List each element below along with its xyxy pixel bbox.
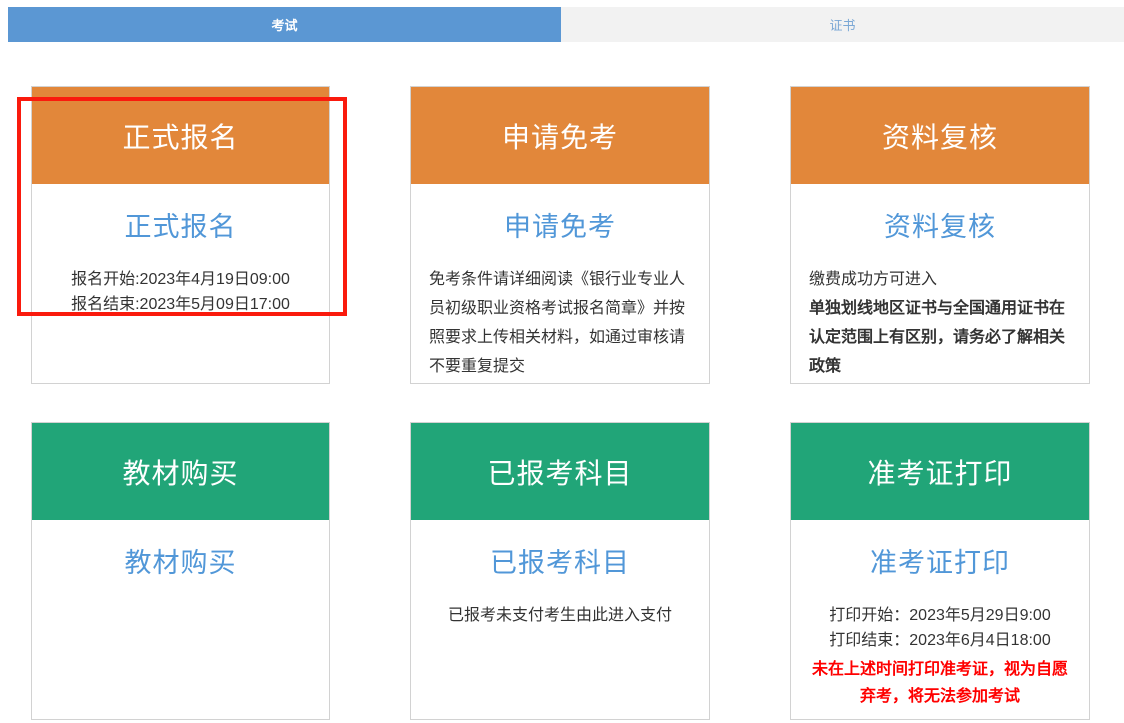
card-textbook-purchase-body: 教材购买 (32, 520, 329, 580)
card-document-review: 资料复核 资料复核 缴费成功方可进入 单独划线地区证书与全国通用证书在认定范围上… (790, 86, 1090, 384)
registration-dates: 报名开始:2023年4月19日09:00 报名结束:2023年5月09日17:0… (50, 267, 311, 317)
tab-exam[interactable]: 考试 (8, 7, 561, 42)
document-review-note-bold: 单独划线地区证书与全国通用证书在认定范围上有区别，请务必了解相关政策 (809, 300, 1065, 375)
card-exemption-application-body: 申请免考 免考条件请详细阅读《银行业专业人员初级职业资格考试报名简章》并按照要求… (411, 184, 709, 381)
print-end-date: 打印结束：2023年6月4日18:00 (809, 628, 1071, 653)
card-admission-ticket-print: 准考证打印 准考证打印 打印开始：2023年5月29日9:00 打印结束：202… (790, 422, 1090, 720)
registered-subjects-link[interactable]: 已报考科目 (490, 541, 630, 580)
official-registration-link[interactable]: 正式报名 (125, 205, 237, 244)
exemption-notes: 免考条件请详细阅读《银行业专业人员初级职业资格考试报名简章》并按照要求上传相关材… (429, 265, 691, 381)
tab-exam-label: 考试 (271, 15, 297, 34)
document-review-notes: 缴费成功方可进入 单独划线地区证书与全国通用证书在认定范围上有区别，请务必了解相… (809, 265, 1071, 381)
exemption-application-link[interactable]: 申请免考 (504, 205, 616, 244)
admission-ticket-print-link[interactable]: 准考证打印 (870, 541, 1010, 580)
tab-bar: 考试 证书 (8, 7, 1124, 42)
document-review-note-normal: 缴费成功方可进入 (809, 271, 937, 288)
card-textbook-purchase-header: 教材购买 (32, 423, 329, 520)
card-exemption-application: 申请免考 申请免考 免考条件请详细阅读《银行业专业人员初级职业资格考试报名简章》… (410, 86, 710, 384)
registration-end-date: 报名结束:2023年5月09日17:00 (50, 292, 311, 317)
card-registered-subjects-header: 已报考科目 (411, 423, 709, 520)
card-official-registration-header: 正式报名 (32, 87, 329, 184)
card-document-review-body: 资料复核 缴费成功方可进入 单独划线地区证书与全国通用证书在认定范围上有区别，请… (791, 184, 1089, 381)
print-dates: 打印开始：2023年5月29日9:00 打印结束：2023年6月4日18:00 (809, 603, 1071, 653)
card-official-registration-body: 正式报名 报名开始:2023年4月19日09:00 报名结束:2023年5月09… (32, 184, 329, 317)
registered-subjects-note: 已报考未支付考生由此进入支付 (429, 603, 691, 628)
card-document-review-header: 资料复核 (791, 87, 1089, 184)
card-textbook-purchase: 教材购买 教材购买 (31, 422, 330, 720)
tab-certificate[interactable]: 证书 (561, 7, 1124, 42)
tab-certificate-label: 证书 (829, 15, 855, 34)
print-deadline-warning: 未在上述时间打印准考证，视为自愿弃考，将无法参加考试 (809, 656, 1071, 710)
card-official-registration: 正式报名 正式报名 报名开始:2023年4月19日09:00 报名结束:2023… (31, 86, 330, 384)
print-start-date: 打印开始：2023年5月29日9:00 (809, 603, 1071, 628)
card-exemption-application-header: 申请免考 (411, 87, 709, 184)
registration-start-date: 报名开始:2023年4月19日09:00 (50, 267, 311, 292)
document-review-link[interactable]: 资料复核 (884, 205, 996, 244)
card-grid: 正式报名 正式报名 报名开始:2023年4月19日09:00 报名结束:2023… (31, 86, 1090, 720)
card-registered-subjects-body: 已报考科目 已报考未支付考生由此进入支付 (411, 520, 709, 628)
textbook-purchase-link[interactable]: 教材购买 (125, 541, 237, 580)
card-admission-ticket-print-body: 准考证打印 打印开始：2023年5月29日9:00 打印结束：2023年6月4日… (791, 520, 1089, 710)
card-registered-subjects: 已报考科目 已报考科目 已报考未支付考生由此进入支付 (410, 422, 710, 720)
card-admission-ticket-print-header: 准考证打印 (791, 423, 1089, 520)
